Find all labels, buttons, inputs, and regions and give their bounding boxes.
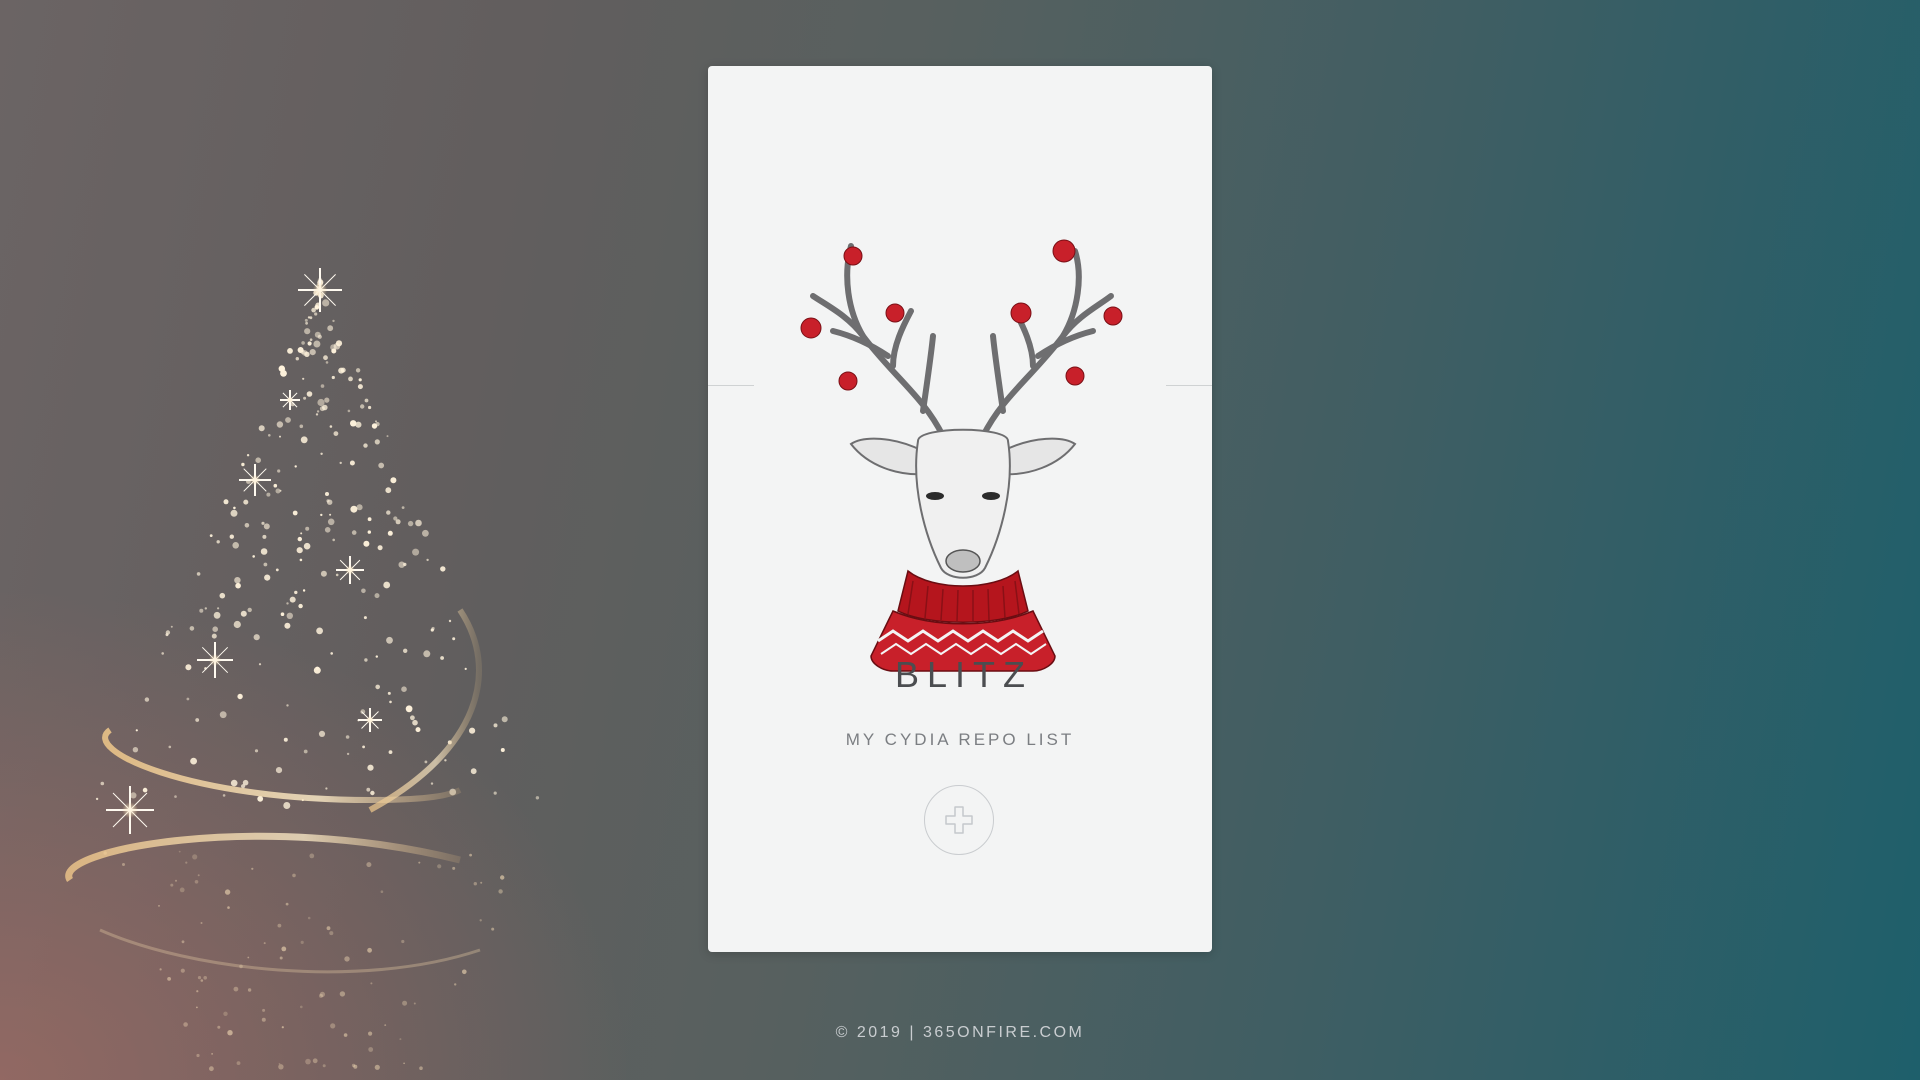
site-link[interactable]: 365ONFIRE.COM [923,1024,1084,1041]
footer: © 2019 | 365ONFIRE.COM [0,1024,1920,1042]
divider-right [1166,385,1212,386]
copyright-text: © 2019 | [835,1024,923,1041]
christmas-tree-decoration [65,268,540,1072]
repo-title: BLITZ [894,654,1033,695]
repo-card: BLITZ MY CYDIA REPO LIST [708,66,1212,952]
repo-subtitle: MY CYDIA REPO LIST [845,730,1075,749]
plus-icon [945,806,973,834]
reindeer-illustration [800,239,1123,672]
divider-left [708,385,754,386]
add-repo-button[interactable] [924,785,994,855]
